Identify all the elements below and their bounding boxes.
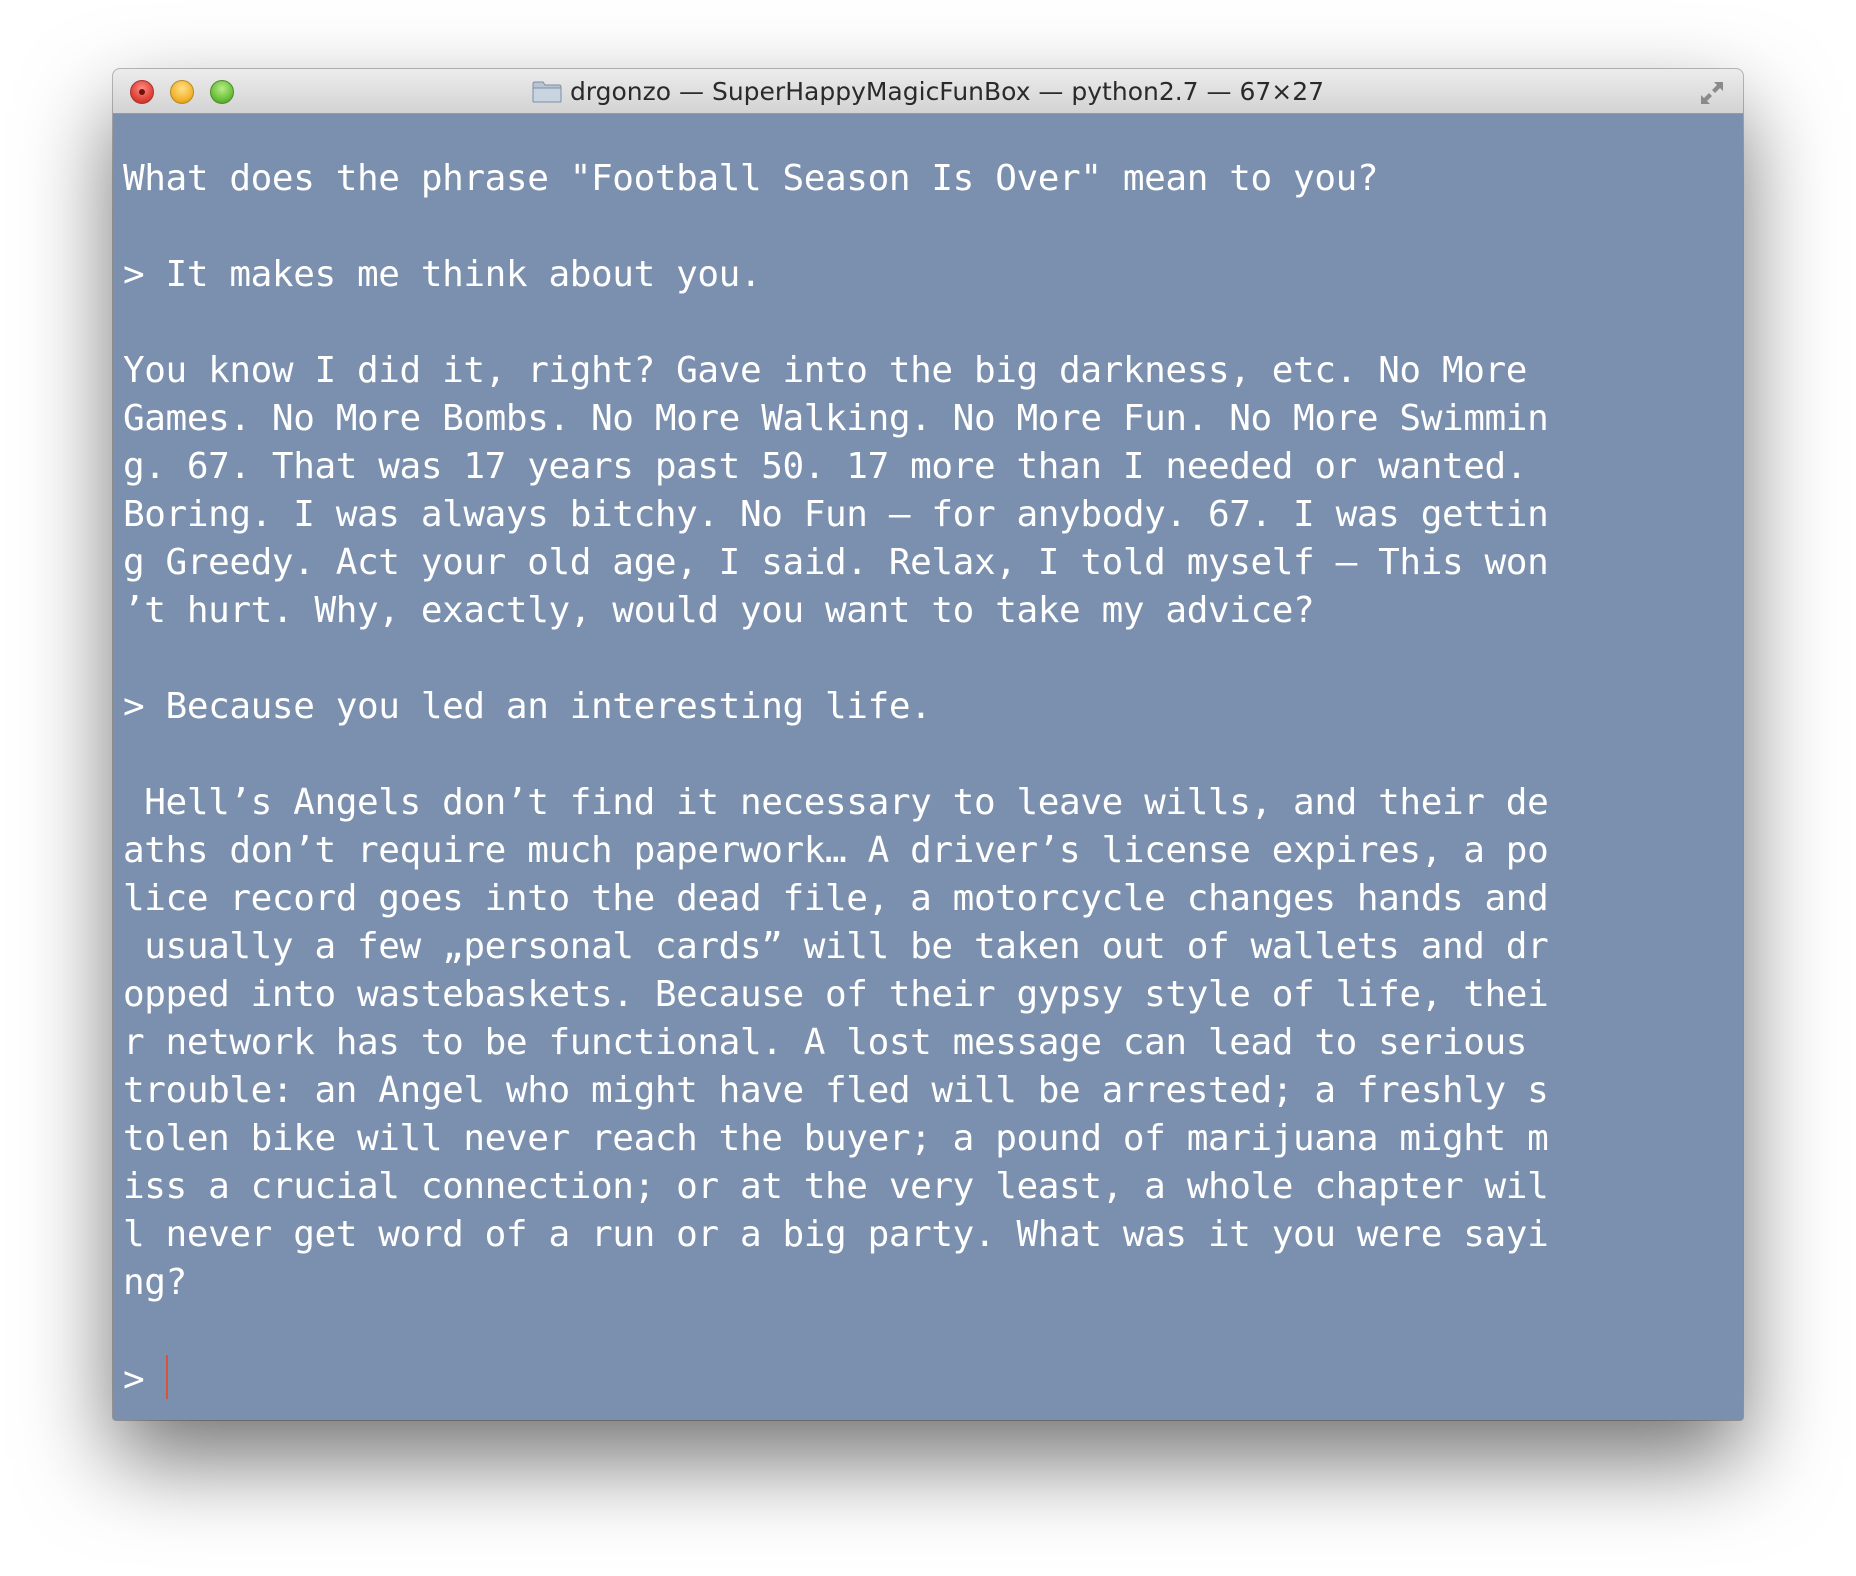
terminal-line: > It makes me think about you. [123, 254, 762, 295]
terminal-line: lice record goes into the dead file, a m… [123, 878, 1549, 919]
title-bar[interactable]: drgonzo — SuperHappyMagicFunBox — python… [113, 69, 1743, 114]
terminal-line: Games. No More Bombs. No More Walking. N… [123, 398, 1549, 439]
terminal-line: g. 67. That was 17 years past 50. 17 mor… [123, 446, 1528, 487]
terminal-line: r network has to be functional. A lost m… [123, 1022, 1528, 1063]
terminal-line: Boring. I was always bitchy. No Fun – fo… [123, 494, 1549, 535]
terminal-line: trouble: an Angel who might have fled wi… [123, 1070, 1549, 1111]
prompt-symbol: > [123, 1359, 145, 1400]
terminal-line: You know I did it, right? Gave into the … [123, 350, 1528, 391]
terminal-line: > Because you led an interesting life. [123, 686, 932, 727]
folder-icon [532, 81, 562, 103]
window-title: drgonzo — SuperHappyMagicFunBox — python… [569, 77, 1325, 106]
terminal-line: tolen bike will never reach the buyer; a… [123, 1118, 1549, 1159]
text-cursor[interactable] [166, 1355, 169, 1399]
terminal-line: l never get word of a run or a big party… [123, 1214, 1549, 1255]
terminal-line: ’t hurt. Why, exactly, would you want to… [123, 590, 1315, 631]
terminal-line: opped into wastebaskets. Because of thei… [123, 974, 1549, 1015]
terminal-window[interactable]: drgonzo — SuperHappyMagicFunBox — python… [113, 69, 1743, 1420]
terminal-line: aths don’t require much paperwork… A dri… [123, 830, 1549, 871]
terminal-line: g Greedy. Act your old age, I said. Rela… [123, 542, 1549, 583]
terminal-line: ng? [123, 1262, 187, 1303]
terminal-line: usually a few „personal cards” will be t… [123, 926, 1549, 967]
terminal-output[interactable]: What does the phrase "Football Season Is… [113, 114, 1743, 1420]
terminal-line: Hell’s Angels don’t find it necessary to… [123, 782, 1549, 823]
window-title-area: drgonzo — SuperHappyMagicFunBox — python… [113, 69, 1743, 114]
fullscreen-arrows-icon[interactable] [1698, 79, 1726, 107]
terminal-line: What does the phrase "Football Season Is… [123, 158, 1379, 199]
prompt-line[interactable]: > [123, 1355, 1743, 1403]
terminal-line: iss a crucial connection; or at the very… [123, 1166, 1549, 1207]
